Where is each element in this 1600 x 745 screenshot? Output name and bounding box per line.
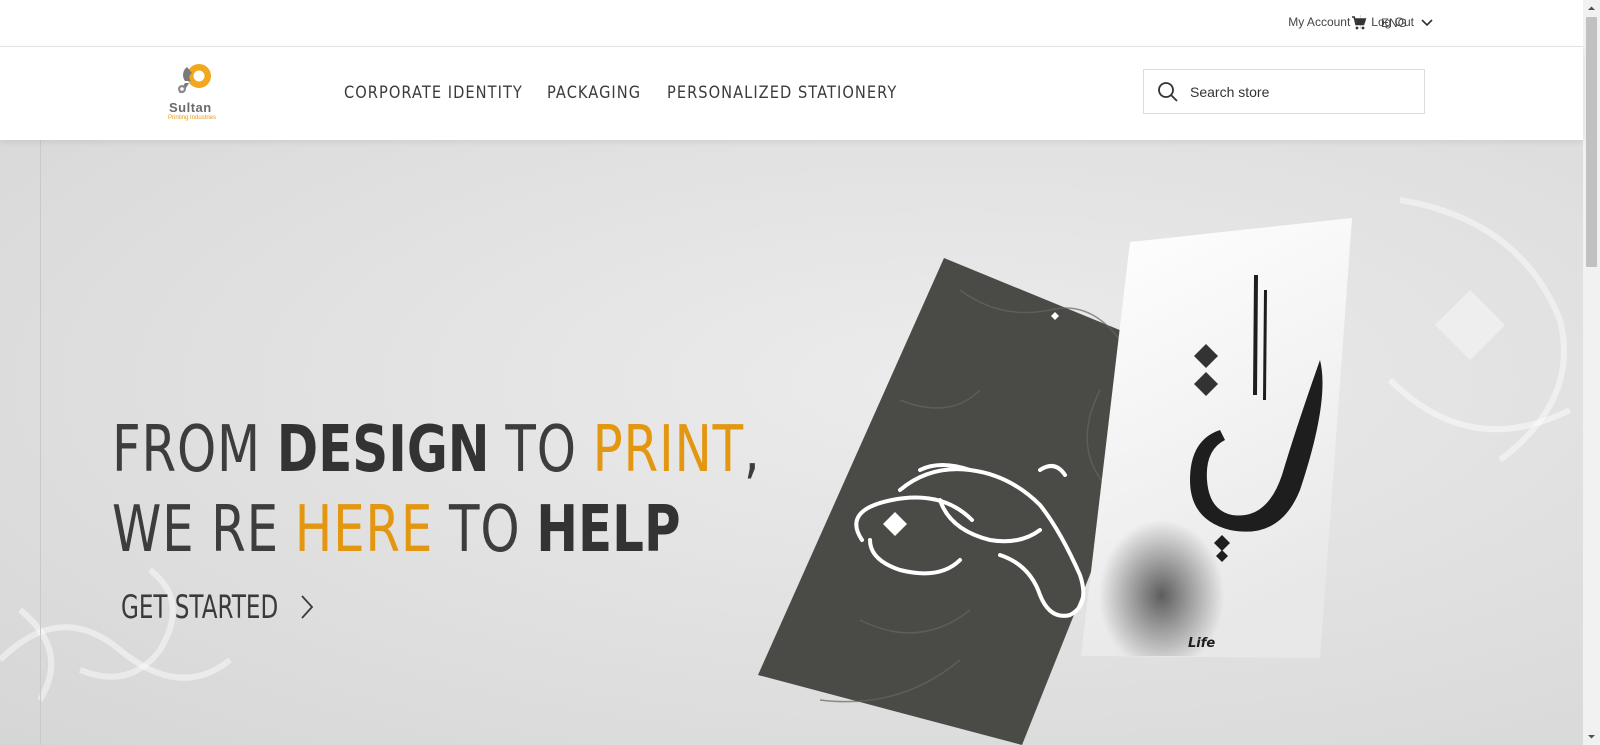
logo-brand-text: Sultan	[169, 100, 212, 115]
logo[interactable]: Sultan Printing Industries	[164, 59, 228, 129]
headline-word: DESIGN	[276, 413, 490, 487]
headline-word: WE RE	[112, 493, 279, 567]
headline-line-2: WE RE HERE TO HELP	[112, 490, 761, 570]
hero-banner: FROM DESIGN TO PRINT, WE RE HERE TO HELP…	[0, 140, 1583, 745]
headline-word: PRINT	[592, 413, 744, 487]
chevron-down-icon	[1421, 19, 1433, 27]
chevron-right-icon	[301, 595, 314, 619]
vertical-scrollbar[interactable]	[1583, 0, 1600, 745]
scrollbar-thumb[interactable]	[1586, 17, 1597, 267]
scroll-down-arrow-icon[interactable]	[1587, 732, 1596, 741]
language-selector[interactable]: ENG	[1381, 16, 1433, 30]
logo-subtitle: Printing Industries	[168, 115, 217, 121]
scroll-up-arrow-icon[interactable]	[1587, 4, 1596, 13]
nav-corporate-identity[interactable]: CORPORATE IDENTITY	[344, 83, 522, 103]
get-started-label: GET STARTED	[121, 588, 279, 626]
cart-icon[interactable]	[1351, 15, 1367, 31]
white-poster	[1081, 218, 1352, 658]
search-icon[interactable]	[1157, 81, 1179, 103]
top-utility-bar: My Account Log Out ENG	[0, 0, 1583, 47]
get-started-button[interactable]: GET STARTED	[121, 588, 315, 626]
site-header: Sultan Printing Industries CORPORATE IDE…	[0, 47, 1583, 140]
my-account-link[interactable]: My Account	[1288, 15, 1350, 29]
headline-word: TO	[505, 413, 577, 487]
poster-caption: Life	[1188, 636, 1216, 651]
language-label: ENG	[1381, 16, 1408, 30]
headline-word: FROM	[112, 413, 261, 487]
nav-personalized-stationery[interactable]: PERSONALIZED STATIONERY	[667, 83, 897, 103]
headline-word: HELP	[536, 493, 681, 567]
headline-word: TO	[449, 493, 521, 567]
hero-headline: FROM DESIGN TO PRINT, WE RE HERE TO HELP	[112, 410, 761, 570]
search-input[interactable]	[1188, 82, 1412, 101]
logo-mark-icon	[178, 64, 211, 93]
search-box	[1143, 69, 1425, 114]
main-navigation: CORPORATE IDENTITY PACKAGING PERSONALIZE…	[344, 83, 973, 103]
decorative-line	[40, 140, 41, 745]
headline-word: ,	[743, 413, 761, 487]
nav-packaging[interactable]: PACKAGING	[547, 83, 640, 103]
headline-word: HERE	[294, 493, 434, 567]
headline-line-1: FROM DESIGN TO PRINT,	[112, 410, 761, 490]
